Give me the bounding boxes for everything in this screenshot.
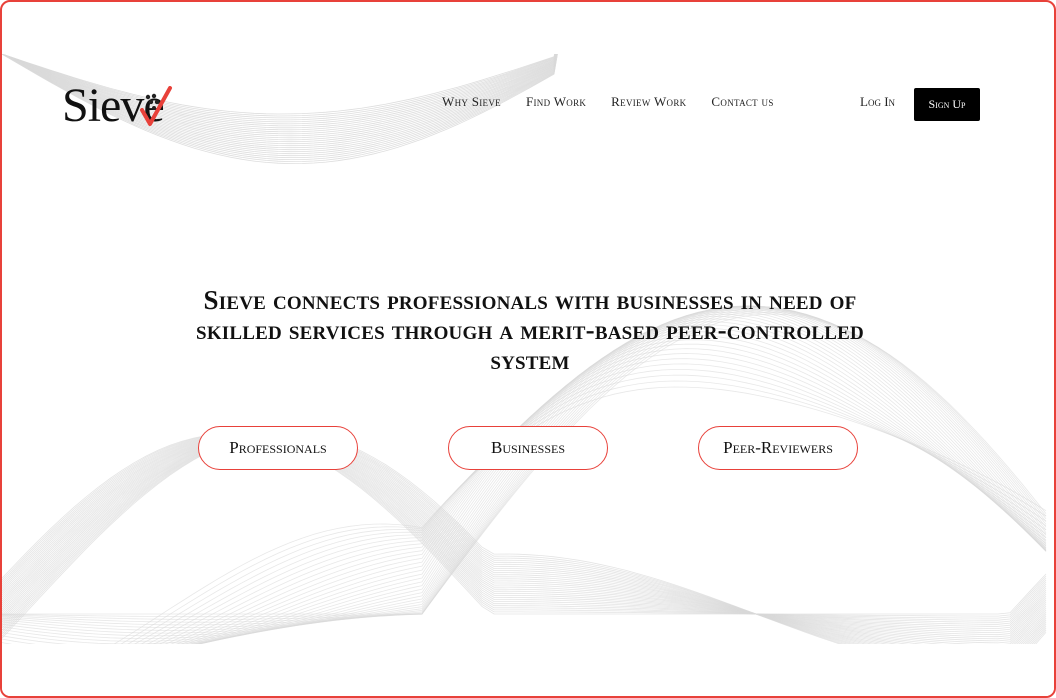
page-frame: Sieve Why Sieve Find Work Review Work Co…	[0, 0, 1056, 698]
footer-band	[2, 644, 1054, 696]
hero-headline: Sieve connects professionals with busine…	[196, 285, 864, 375]
businesses-button[interactable]: Businesses	[448, 426, 608, 470]
nav-why-sieve[interactable]: Why Sieve	[442, 94, 501, 110]
signup-button[interactable]: Sign Up	[914, 88, 980, 121]
nav-review-work[interactable]: Review Work	[611, 94, 686, 110]
professionals-button[interactable]: Professionals	[198, 426, 358, 470]
peer-reviewers-button[interactable]: Peer-Reviewers	[698, 426, 858, 470]
nav-find-work[interactable]: Find Work	[526, 94, 586, 110]
checkmark-icon	[140, 86, 172, 126]
logo[interactable]: Sieve	[62, 80, 192, 132]
main-nav: Why Sieve Find Work Review Work Contact …	[442, 94, 799, 110]
nav-contact-us[interactable]: Contact us	[711, 94, 773, 110]
login-link[interactable]: Log In	[860, 94, 895, 110]
